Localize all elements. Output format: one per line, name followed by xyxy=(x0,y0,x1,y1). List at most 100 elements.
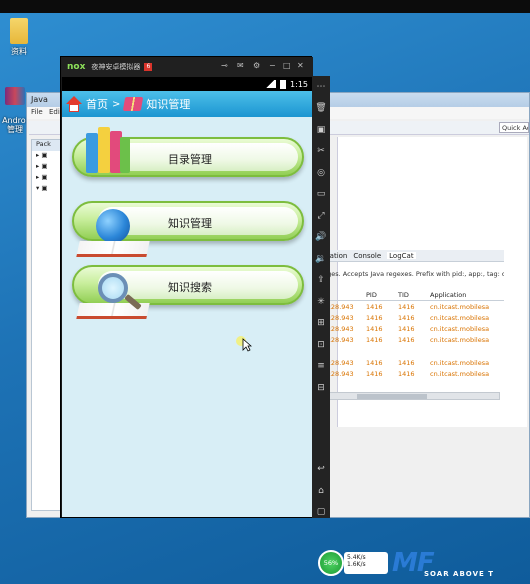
multi-window-icon[interactable]: ⊞ xyxy=(312,313,330,335)
watermark-tagline: SOAR ABOVE T xyxy=(424,570,494,578)
cell-tid: 1416 xyxy=(398,313,415,322)
table-gap xyxy=(306,345,504,357)
gear-icon[interactable]: ⚙ xyxy=(253,61,260,70)
emulator-side-toolbar: ⋯ 🗑 ▣ ✂ ◎ ▭ ⤢ 🔊 🔉 ⇪ ✳ ⊞ ⊡ ≡ ⊟ ↩ ⌂ ▢ xyxy=(312,76,330,518)
eclipse-title: Java xyxy=(31,95,48,104)
cell-pid: 1416 xyxy=(366,335,383,344)
version-badge: 6 xyxy=(144,63,153,71)
top-black-strip xyxy=(0,0,530,13)
network-speeds: 5.4K/s 1.6K/s xyxy=(344,552,388,574)
desktop-icon-label: Androi 管理 xyxy=(2,116,28,134)
close-icon[interactable]: ✕ xyxy=(297,61,304,70)
button-label: 知识搜索 xyxy=(168,281,212,294)
nox-emulator-window: nox 夜神安卓模拟器 6 ⊸ ✉ ⚙ − □ ✕ 1:15 首页 > 知识管理 xyxy=(60,56,313,518)
fullscreen-icon[interactable]: ⤢ xyxy=(312,205,330,227)
maximize-icon[interactable]: □ xyxy=(283,61,291,70)
cell-tid: 1416 xyxy=(398,335,415,344)
volume-down-icon[interactable]: 🔉 xyxy=(312,248,330,270)
magnifier-book-icon xyxy=(66,273,152,329)
quick-access-input[interactable]: Quick Ac xyxy=(499,122,529,133)
tab-logcat[interactable]: LogCat xyxy=(387,252,416,260)
log-horizontal-scrollbar[interactable] xyxy=(306,392,500,400)
emulator-name: 夜神安卓模拟器 xyxy=(91,63,141,71)
wifi-signal-icon xyxy=(264,80,277,88)
cell-pid: 1416 xyxy=(366,358,383,367)
button-label: 目录管理 xyxy=(168,153,212,166)
logcat-filter-hint[interactable]: messages. Accepts Java regexes. Prefix w… xyxy=(306,270,504,280)
download-speed: 1.6K/s xyxy=(347,561,366,568)
status-time: 1:15 xyxy=(290,79,308,89)
mouse-cursor-icon xyxy=(242,338,252,352)
desktop-icon-label: 资料 xyxy=(11,47,27,56)
battery-icon xyxy=(280,79,287,89)
home-key-icon[interactable]: ⌂ xyxy=(312,480,330,502)
cell-pid: 1416 xyxy=(366,324,383,333)
tab-console[interactable]: Console xyxy=(353,252,381,260)
breadcrumb-current: 知识管理 xyxy=(146,98,191,111)
table-row[interactable]: 13:13:28.943 1416 1416 cn.itcast.mobilesa xyxy=(306,301,504,312)
android-status-bar: 1:15 xyxy=(62,77,312,91)
breadcrumb-separator: > xyxy=(112,98,121,110)
column-header: TID xyxy=(398,291,409,299)
desktop: 资料 Androi 管理 Java File Edi Quick Ac Pack… xyxy=(0,0,530,584)
cell-pid: 1416 xyxy=(366,313,383,322)
upload-speed: 5.4K/s xyxy=(347,554,366,561)
cell-tid: 1416 xyxy=(398,369,415,378)
recent-apps-icon[interactable]: ▢ xyxy=(312,502,330,524)
mail-icon[interactable]: ✉ xyxy=(237,61,244,70)
scissors-icon[interactable]: ✂ xyxy=(312,141,330,163)
cell-tid: 1416 xyxy=(398,358,415,367)
desktop-icon-folder[interactable]: 资料 xyxy=(6,18,32,57)
more-tools-icon[interactable]: ⊟ xyxy=(312,377,330,399)
button-label: 知识管理 xyxy=(168,217,212,230)
column-header: PID xyxy=(366,291,377,299)
column-header: Application xyxy=(430,291,467,299)
book-icon xyxy=(123,97,144,111)
android-screen: 1:15 首页 > 知识管理 目录管理 知识管理 知识搜索 xyxy=(62,77,312,517)
trash-icon[interactable]: 🗑 xyxy=(312,98,330,120)
breadcrumb-home[interactable]: 首页 xyxy=(86,96,108,112)
folder-icon xyxy=(10,18,28,44)
install-apk-icon[interactable]: ⇪ xyxy=(312,270,330,292)
scroll-thumb[interactable] xyxy=(357,394,427,399)
network-monitor[interactable]: 56% 5.4K/s 1.6K/s xyxy=(316,548,388,578)
log-tab-bar: Declaration Console LogCat xyxy=(304,250,504,262)
lock-icon[interactable]: ⊡ xyxy=(312,334,330,356)
cell-tid: 1416 xyxy=(398,324,415,333)
cell-tid: 1416 xyxy=(398,302,415,311)
menu-edit[interactable]: Edi xyxy=(49,108,60,116)
cell-app: cn.itcast.mobilesa xyxy=(430,358,490,367)
table-row[interactable]: 13:13:28.943 1416 1416 cn.itcast.mobilesa xyxy=(306,323,504,334)
cell-app: cn.itcast.mobilesa xyxy=(430,302,490,311)
volume-up-icon[interactable]: 🔊 xyxy=(312,227,330,249)
breadcrumb: 首页 > 知识管理 xyxy=(62,91,312,117)
shake-icon[interactable]: ✳ xyxy=(312,291,330,313)
cell-app: cn.itcast.mobilesa xyxy=(430,313,490,322)
pin-icon[interactable]: ⊸ xyxy=(221,61,228,70)
layers-icon[interactable]: ≡ xyxy=(312,356,330,378)
cell-pid: 1416 xyxy=(366,369,383,378)
table-header: PID TID Application xyxy=(306,290,504,301)
more-icon[interactable]: ⋯ xyxy=(312,76,330,98)
table-row[interactable]: 13:13:28.943 1416 1416 cn.itcast.mobilesa xyxy=(306,334,504,345)
keyboard-icon[interactable]: ▭ xyxy=(312,184,330,206)
screenshot-icon[interactable]: ▣ xyxy=(312,119,330,141)
nox-logo: nox xyxy=(67,62,86,72)
cell-app: cn.itcast.mobilesa xyxy=(430,324,490,333)
cell-app: cn.itcast.mobilesa xyxy=(430,369,490,378)
menu-file[interactable]: File xyxy=(31,108,43,116)
minimize-icon[interactable]: − xyxy=(269,61,276,70)
cell-app: cn.itcast.mobilesa xyxy=(430,335,490,344)
table-row[interactable]: 13:13:28.943 1416 1416 cn.itcast.mobilesa xyxy=(306,368,504,379)
emulator-title-bar[interactable]: nox 夜神安卓模拟器 6 ⊸ ✉ ⚙ − □ ✕ xyxy=(61,57,313,77)
globe-book-icon xyxy=(66,209,152,265)
logcat-table: PID TID Application 13:13:28.943 1416 1416… xyxy=(306,290,504,379)
location-icon[interactable]: ◎ xyxy=(312,162,330,184)
table-row[interactable]: 13:13:28.943 1416 1416 cn.itcast.mobilesa xyxy=(306,312,504,323)
winrar-icon xyxy=(5,87,25,105)
back-icon[interactable]: ↩ xyxy=(312,459,330,481)
usage-percent: 56% xyxy=(318,550,344,576)
table-row[interactable]: 13:13:28.943 1416 1416 cn.itcast.mobilesa xyxy=(306,357,504,368)
home-icon[interactable] xyxy=(66,96,82,112)
cell-pid: 1416 xyxy=(366,302,383,311)
